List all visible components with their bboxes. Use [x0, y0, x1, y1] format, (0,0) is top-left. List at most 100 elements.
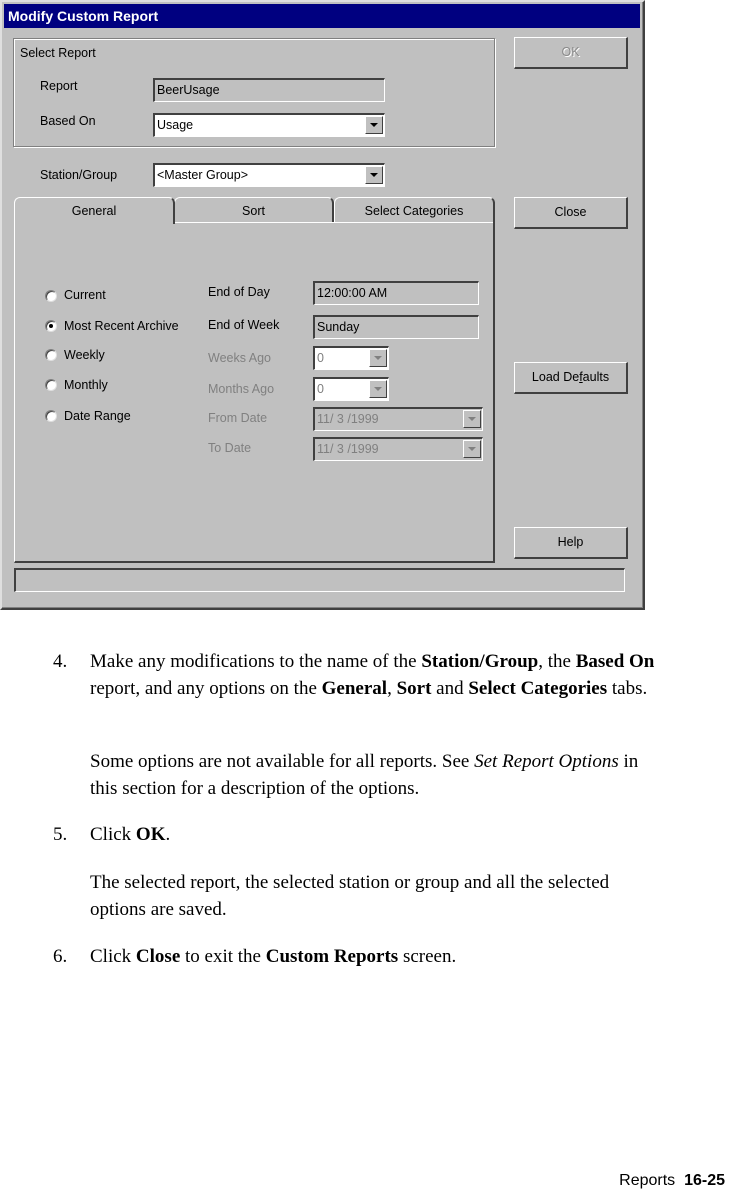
text-segment-normal: The selected report, the selected statio… — [90, 872, 610, 920]
report-name-value: BeerUsage — [157, 83, 220, 97]
step-5-note: The selected report, the selected statio… — [90, 869, 660, 923]
chevron-down-icon — [374, 387, 382, 391]
radio-monthly-label[interactable]: Monthly — [64, 378, 108, 392]
load-defaults-label-pre: Load De — [531, 370, 580, 384]
months-ago-select[interactable]: 0 — [313, 377, 389, 401]
from-date-picker[interactable]: 11/ 3 /1999 — [313, 407, 483, 431]
footer-section: Reports — [619, 1172, 676, 1189]
based-on-value: Usage — [157, 118, 194, 132]
text-segment-normal: , the — [538, 651, 576, 672]
text-segment-normal: tabs. — [607, 678, 648, 699]
text-segment-normal: to exit the — [180, 946, 266, 967]
close-button[interactable]: Close — [514, 197, 628, 229]
weeks-ago-dropdown-button[interactable] — [369, 349, 387, 367]
step-4-number: 4. — [53, 651, 68, 672]
from-date-label: From Date — [208, 411, 268, 425]
status-bar — [14, 568, 625, 592]
chevron-down-icon — [468, 417, 476, 421]
text-segment-italic: Set Report Options — [474, 751, 619, 772]
text-segment-normal: report, and any options on the — [90, 678, 322, 699]
radio-date-range[interactable] — [45, 410, 57, 422]
report-name-field[interactable]: BeerUsage — [153, 78, 385, 102]
tab-sort-label: Sort — [242, 204, 265, 218]
radio-most-recent-archive-label[interactable]: Most Recent Archive — [64, 319, 179, 333]
end-of-day-field[interactable]: 12:00:00 AM — [313, 281, 479, 305]
end-of-week-value: Sunday — [317, 320, 360, 334]
text-segment-normal: . — [165, 824, 171, 845]
load-defaults-button[interactable]: Load Defaults — [514, 362, 628, 394]
load-defaults-label-post: aults — [582, 370, 610, 384]
radio-weekly[interactable] — [45, 349, 57, 361]
dialog-title-bar: Modify Custom Report — [4, 4, 640, 28]
to-date-picker[interactable]: 11/ 3 /1999 — [313, 437, 483, 461]
text-segment-bold: Select Categories — [468, 678, 608, 699]
station-group-select[interactable]: <Master Group> — [153, 163, 385, 187]
chevron-down-icon — [374, 356, 382, 360]
end-of-week-field[interactable]: Sunday — [313, 315, 479, 339]
step-4-note: Some options are not available for all r… — [90, 748, 660, 802]
end-of-day-label: End of Day — [208, 285, 270, 299]
radio-date-range-label[interactable]: Date Range — [64, 409, 131, 423]
to-date-dropdown-button[interactable] — [463, 440, 481, 458]
based-on-select[interactable]: Usage — [153, 113, 385, 137]
radio-current-label[interactable]: Current — [64, 288, 106, 302]
step-6-number: 6. — [53, 946, 68, 967]
text-segment-bold: Station/Group — [421, 651, 539, 672]
radio-weekly-label[interactable]: Weekly — [64, 348, 105, 362]
from-date-dropdown-button[interactable] — [463, 410, 481, 428]
chevron-down-icon — [468, 447, 476, 451]
step-6-text: Click Close to exit the Custom Reports s… — [90, 943, 660, 970]
tab-sort[interactable]: Sort — [174, 197, 334, 223]
text-segment-bold: Close — [135, 946, 181, 967]
text-segment-normal: screen. — [398, 946, 457, 967]
tab-general[interactable]: General — [14, 197, 175, 224]
step-5-number: 5. — [53, 824, 68, 845]
months-ago-dropdown-button[interactable] — [369, 380, 387, 398]
ok-button[interactable]: OK — [514, 37, 628, 69]
text-segment-normal: Some options are not available for all r… — [90, 751, 475, 772]
text-segment-normal: Make any modifications to the name of th… — [90, 651, 422, 672]
tab-select-categories-label: Select Categories — [364, 204, 464, 218]
select-report-legend: Select Report — [20, 46, 96, 60]
step-5-text: Click OK. — [90, 821, 660, 848]
to-date-value: 11/ 3 /1999 — [317, 442, 379, 456]
end-of-day-value: 12:00:00 AM — [317, 286, 388, 300]
based-on-dropdown-button[interactable] — [365, 116, 383, 134]
tab-select-categories[interactable]: Select Categories — [334, 197, 495, 223]
text-segment-normal: , — [387, 678, 397, 699]
radio-selected-dot — [49, 324, 53, 328]
weeks-ago-value: 0 — [317, 351, 324, 365]
months-ago-label: Months Ago — [208, 382, 275, 396]
months-ago-value: 0 — [317, 382, 324, 396]
radio-monthly[interactable] — [45, 379, 57, 391]
text-segment-normal: Click — [90, 946, 136, 967]
text-segment-bold: Based On — [575, 651, 655, 672]
tab-general-label: General — [71, 204, 117, 218]
weeks-ago-select[interactable]: 0 — [313, 346, 389, 370]
text-segment-normal: Click — [90, 824, 136, 845]
text-segment-bold: Sort — [396, 678, 432, 699]
radio-most-recent-archive[interactable] — [45, 320, 57, 332]
page-footer: Reports 16-25 — [619, 1172, 725, 1190]
station-group-label: Station/Group — [40, 168, 118, 182]
help-button[interactable]: Help — [514, 527, 628, 559]
station-group-dropdown-button[interactable] — [365, 166, 383, 184]
help-button-label: Help — [557, 535, 584, 549]
report-label: Report — [40, 79, 78, 93]
radio-current[interactable] — [45, 290, 57, 302]
text-segment-bold: OK — [135, 824, 166, 845]
station-group-value: <Master Group> — [157, 168, 249, 182]
step-4-text: Make any modifications to the name of th… — [90, 648, 660, 702]
to-date-label: To Date — [208, 441, 252, 455]
chevron-down-icon — [370, 123, 378, 127]
chevron-down-icon — [370, 173, 378, 177]
from-date-value: 11/ 3 /1999 — [317, 412, 379, 426]
based-on-label: Based On — [40, 114, 96, 128]
close-button-label: Close — [554, 205, 587, 219]
text-segment-bold: General — [321, 678, 388, 699]
ok-button-label: OK — [561, 45, 580, 59]
text-segment-normal: and — [431, 678, 469, 699]
footer-page-number: 16-25 — [684, 1172, 725, 1189]
weeks-ago-label: Weeks Ago — [208, 351, 272, 365]
text-segment-bold: Custom Reports — [265, 946, 399, 967]
